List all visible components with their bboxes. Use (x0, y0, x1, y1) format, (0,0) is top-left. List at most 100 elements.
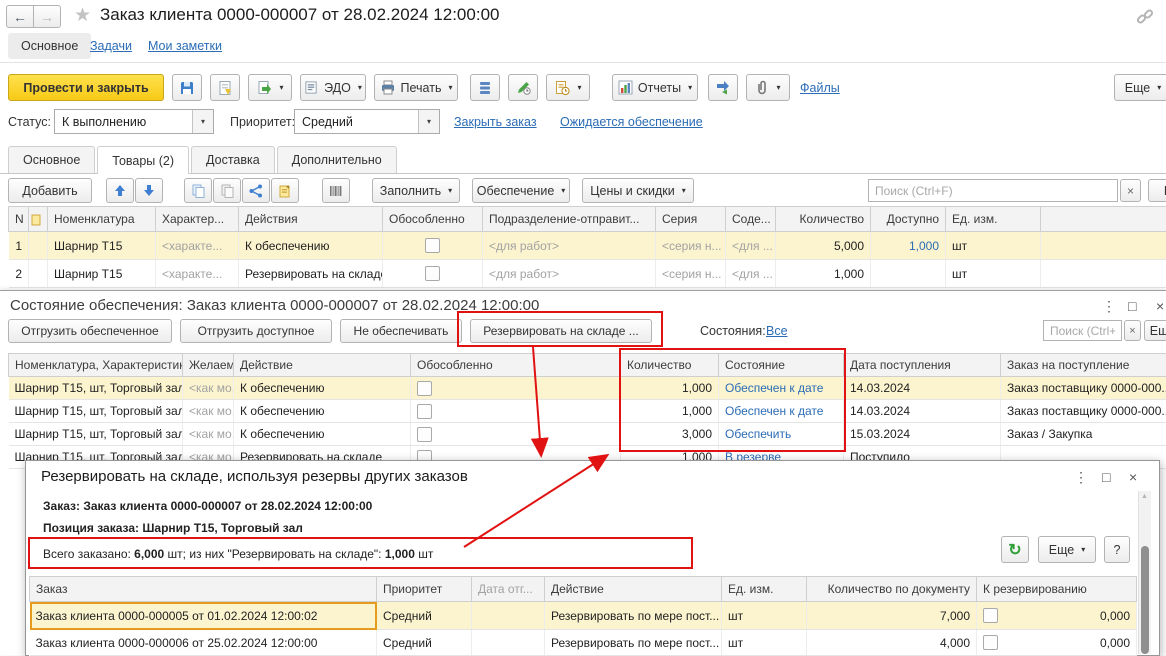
copy-row-button[interactable] (184, 178, 212, 203)
reminder-button[interactable]: ▾ (546, 74, 590, 101)
priority-label: Приоритет: (230, 115, 295, 129)
move-up-button[interactable] (106, 178, 134, 203)
document-register-button[interactable] (470, 74, 500, 101)
tab-main[interactable]: Основное (8, 33, 91, 59)
tab-tasks[interactable]: Задачи (90, 39, 132, 53)
share-button[interactable] (242, 178, 270, 203)
attachments-button[interactable]: ▾ (746, 74, 790, 101)
menu-icon[interactable]: ⋮ (1074, 470, 1088, 484)
separate-column-icon (31, 214, 42, 226)
print-button[interactable]: Печать▾ (374, 74, 458, 101)
prices-discounts-button[interactable]: Цены и скидки▾ (582, 178, 694, 203)
maximize-icon[interactable]: □ (1102, 470, 1110, 484)
arrow-up-icon (114, 184, 126, 197)
items-table-row[interactable]: 2 Шарнир Т15 <характе... Резервировать н… (9, 260, 1166, 288)
state-link[interactable]: Обеспечен к дате (719, 377, 844, 400)
supply-table-row[interactable]: Шарнир Т15, шт, Торговый зал <как мо... … (9, 423, 1166, 446)
barcode-scan-button[interactable] (322, 178, 350, 203)
paste-row-button[interactable] (213, 178, 241, 203)
state-link[interactable]: Обеспечить (719, 423, 844, 446)
divider (0, 62, 1166, 63)
items-table-row[interactable]: 1 Шарнир Т15 <характе... К обеспечению <… (9, 232, 1166, 260)
edo-icon (304, 80, 319, 95)
create-based-on-icon (256, 80, 272, 96)
supply-search-input[interactable] (1043, 320, 1122, 341)
close-order-link[interactable]: Закрыть заказ (454, 115, 537, 129)
reserve-table: Заказ Приоритет Дата отг... Действие Ед.… (29, 576, 1137, 656)
supply-table-header[interactable]: Номенклатура, Характеристика, Ед. из... … (9, 354, 1166, 377)
reports-button[interactable]: Отчеты▾ (612, 74, 698, 101)
available-link[interactable]: 1,000 (871, 232, 946, 260)
reserve-on-warehouse-button[interactable]: Резервировать на складе ... (470, 319, 652, 343)
supply-table-row[interactable]: Шарнир Т15, шт, Торговый зал <как мо... … (9, 400, 1166, 423)
clear-search-button[interactable]: × (1120, 179, 1141, 202)
vertical-scrollbar[interactable]: ▲ (1138, 491, 1151, 654)
awaiting-supply-link[interactable]: Ожидается обеспечение (560, 115, 703, 129)
clear-icon: × (1127, 184, 1134, 198)
supply-menu-button[interactable]: Обеспечение▾ (472, 178, 570, 203)
position-line: Позиция заказа: Шарнир Т15, Торговый зал (43, 521, 303, 535)
forward-button[interactable]: → (33, 5, 61, 28)
business-process-button[interactable] (708, 74, 738, 101)
ship-supplied-button[interactable]: Отгрузить обеспеченное (8, 319, 172, 343)
add-row-button[interactable]: Добавить (8, 178, 92, 203)
reserve-table-row[interactable]: Заказ клиента 0000-000005 от 01.02.2024 … (30, 602, 1137, 630)
reserve-table-row[interactable]: Заказ клиента 0000-000006 от 25.02.2024 … (30, 630, 1137, 656)
fill-button[interactable]: Заполнить▾ (372, 178, 460, 203)
state-link[interactable]: Обеспечен к дате (719, 400, 844, 423)
separate-checkbox[interactable] (425, 238, 440, 253)
tab-goods[interactable]: Товары (2) (97, 146, 189, 174)
supply-more-button[interactable]: Еще▾ (1144, 320, 1166, 341)
items-table-header[interactable]: N Номенклатура Характер... Действия Обос… (9, 207, 1166, 232)
tab-additional[interactable]: Дополнительно (277, 146, 397, 173)
edo-button[interactable]: ЭДО▾ (300, 74, 366, 101)
help-button[interactable]: ? (1104, 536, 1130, 563)
more-button-top[interactable]: Еще▾ (1114, 74, 1166, 101)
close-icon[interactable]: × (1129, 470, 1137, 484)
tab-order-main[interactable]: Основное (8, 146, 95, 173)
priority-select[interactable]: Средний ▾ (294, 109, 440, 134)
chevron-down-icon: ▾ (192, 110, 213, 133)
tab-my-notes[interactable]: Мои заметки (148, 39, 222, 53)
supply-table-row[interactable]: Шарнир Т15, шт, Торговый зал <как мо... … (9, 377, 1166, 400)
reserve-checkbox[interactable] (983, 635, 998, 650)
states-all-link[interactable]: Все (766, 324, 788, 338)
items-search-input[interactable] (868, 179, 1118, 202)
reserve-table-header[interactable]: Заказ Приоритет Дата отг... Действие Ед.… (30, 577, 1137, 602)
close-icon[interactable]: × (1156, 299, 1164, 313)
maximize-icon[interactable]: □ (1128, 299, 1136, 313)
tab-delivery[interactable]: Доставка (191, 146, 275, 173)
supply-clear-search-button[interactable]: × (1124, 320, 1141, 341)
reserve-more-button[interactable]: Еще▾ (1038, 536, 1096, 563)
separate-checkbox[interactable] (417, 427, 432, 442)
refresh-button[interactable]: ↻ (1001, 536, 1029, 563)
edit-task-button[interactable] (508, 74, 538, 101)
create-based-on-button[interactable]: ▾ (248, 74, 292, 101)
back-arrow-icon: ← (13, 9, 27, 25)
files-link[interactable]: Файлы (800, 81, 840, 95)
save-button[interactable] (172, 74, 202, 101)
status-select[interactable]: К выполнению ▾ (54, 109, 214, 134)
scrollbar-thumb[interactable] (1141, 546, 1149, 654)
post-and-close-button[interactable]: Провести и закрыть (8, 74, 164, 101)
barcode-icon (329, 184, 343, 198)
separate-checkbox[interactable] (417, 381, 432, 396)
post-button[interactable] (210, 74, 240, 101)
refresh-icon: ↻ (1008, 540, 1021, 560)
separate-provision-button[interactable] (271, 178, 299, 203)
menu-icon[interactable]: ⋮ (1102, 299, 1116, 313)
separate-checkbox[interactable] (417, 404, 432, 419)
separate-checkbox[interactable] (425, 266, 440, 281)
help-icon: ? (1114, 543, 1121, 557)
register-icon (478, 81, 492, 95)
move-down-button[interactable] (135, 178, 163, 203)
scroll-up-icon[interactable]: ▲ (1141, 493, 1148, 500)
copy-link-icon[interactable] (1136, 8, 1154, 26)
ship-available-button[interactable]: Отгрузить доступное (180, 319, 332, 343)
back-button[interactable]: ← (6, 5, 34, 28)
no-supply-button[interactable]: Не обеспечивать (340, 319, 462, 343)
items-more-button[interactable]: Е (1148, 179, 1166, 202)
favorite-star-icon[interactable]: ★ (74, 4, 91, 27)
total-line: Всего заказано: 6,000 шт; из них "Резерв… (43, 547, 433, 561)
reserve-checkbox[interactable] (983, 608, 998, 623)
